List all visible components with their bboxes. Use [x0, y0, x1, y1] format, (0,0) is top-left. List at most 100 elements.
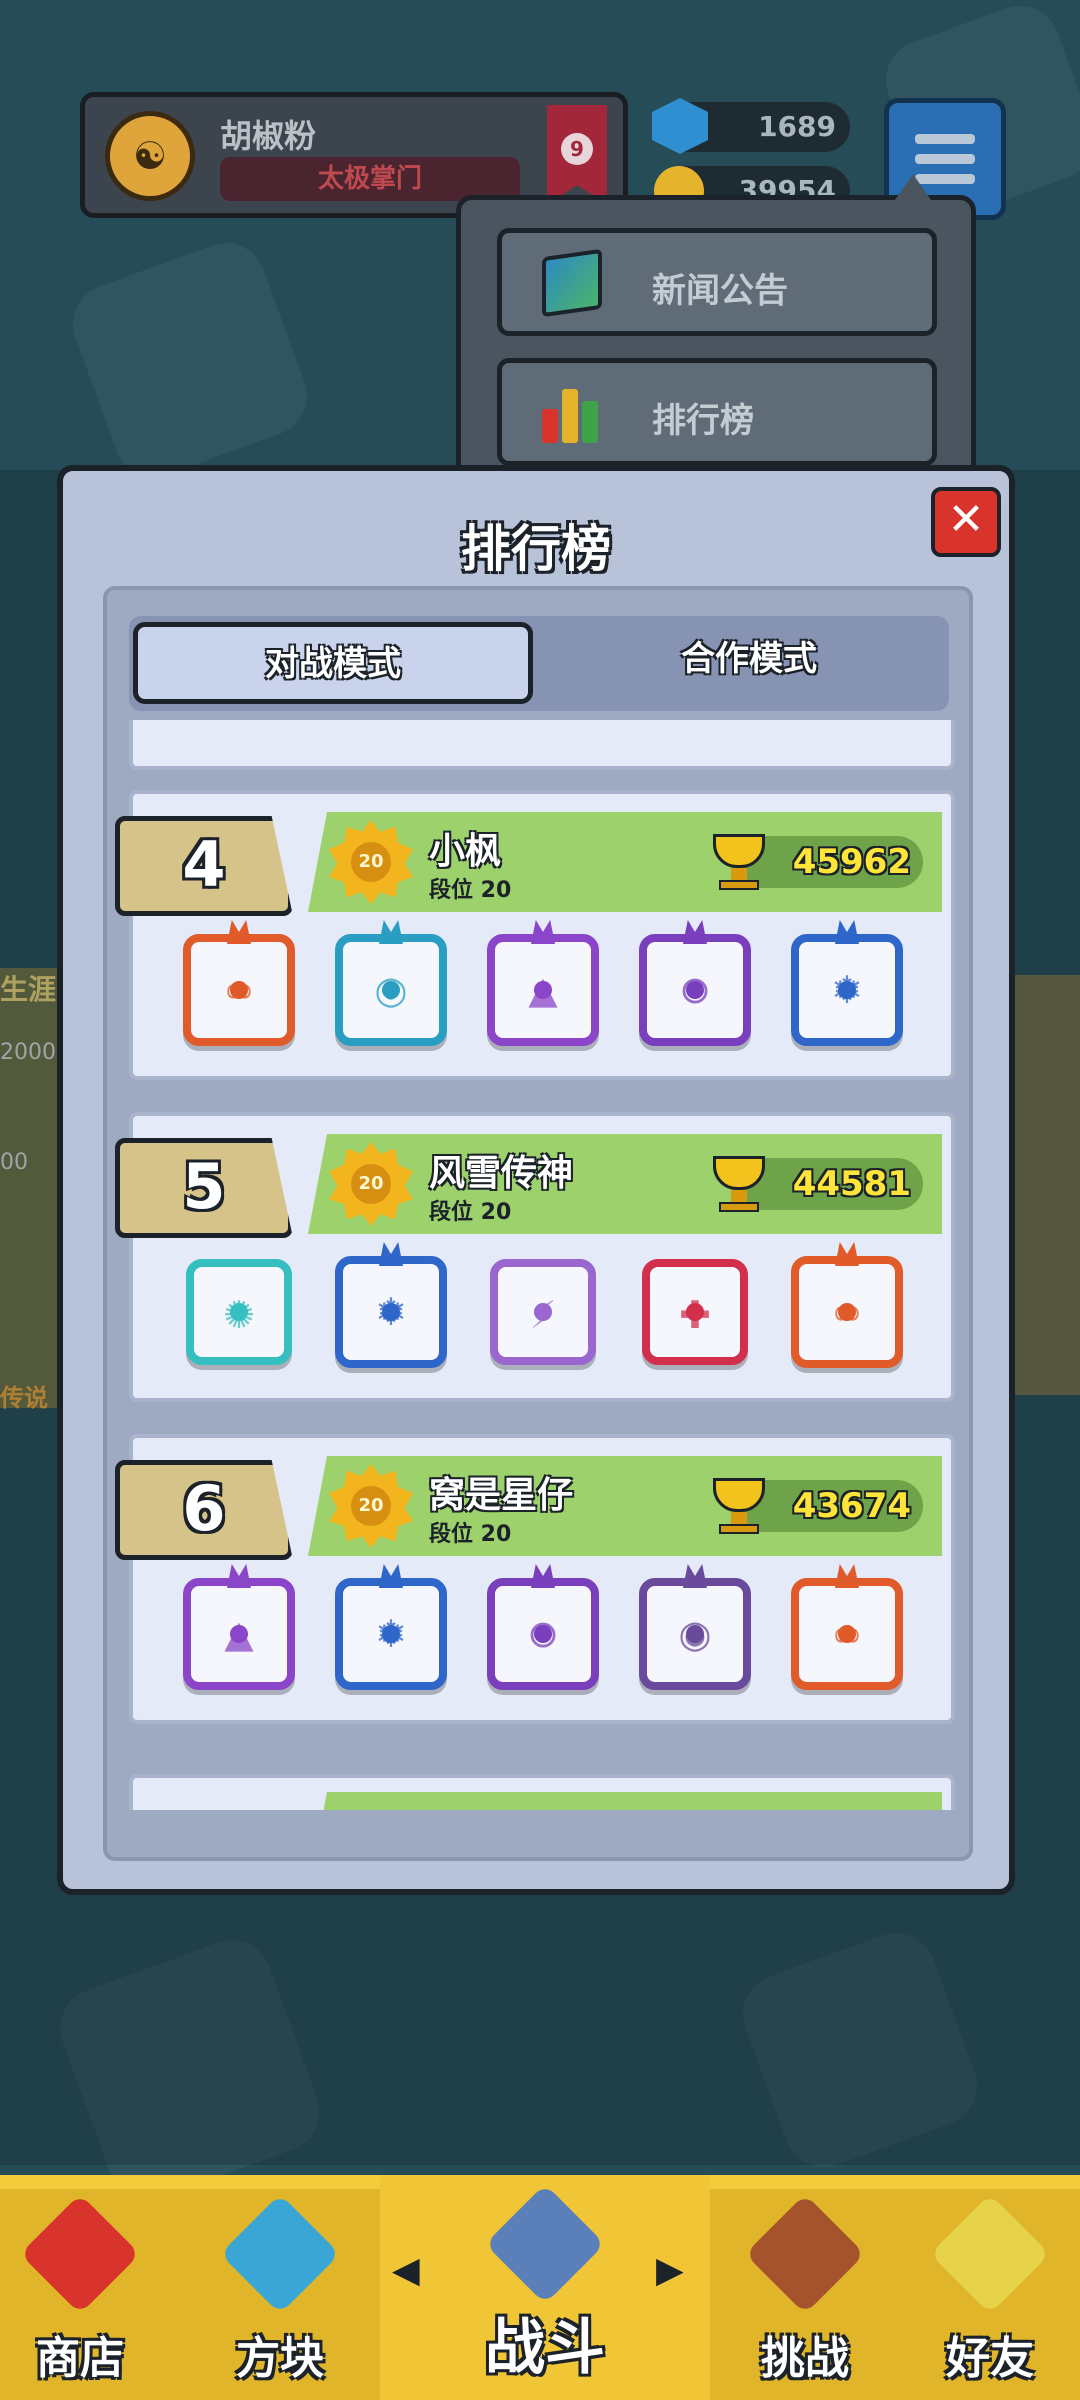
battle-shield-icon [484, 2183, 606, 2305]
leaderboard-entry[interactable] [129, 720, 955, 770]
dice-card[interactable]: ✚ [642, 1259, 748, 1365]
tab-battle-mode[interactable]: 对战模式 [133, 622, 533, 704]
player-name: 小枫 [429, 831, 502, 872]
dice-card[interactable]: ∞ [791, 1242, 903, 1368]
dice-pip [534, 1625, 552, 1643]
player-name: 窝是星仔 [429, 1475, 574, 1516]
bottom-nav: 商店 方块 战斗 挑战 好友 [0, 2175, 1080, 2400]
dragon-crest-icon [379, 1242, 403, 1266]
dragon-crest-icon [531, 920, 555, 944]
dice-pip [838, 1303, 856, 1321]
score-value: 45962 [792, 842, 911, 882]
leaderboard-entry[interactable]: 6 20 窝是星仔 段位 20 43674 ▲ ❄ ⊛ ◉ ∞ [115, 1434, 955, 1724]
dice-card[interactable]: ❄ [335, 1564, 447, 1690]
dragon-crest-icon [379, 1564, 403, 1588]
dice-pip [382, 981, 400, 999]
rank-badge: 6 [115, 1460, 293, 1560]
leaderboard-list[interactable]: 4 20 小枫 段位 20 45962 ∞ ◎ ▲ ⊛ ❄ 5 20 风雪传神 段位 2… [107, 720, 969, 1810]
player-name: 风雪传神 [429, 1153, 574, 1194]
medal-number: 20 [351, 1164, 391, 1204]
menu-item-label: 新闻公告 [652, 271, 788, 311]
dice-card[interactable]: ✺ [186, 1259, 292, 1365]
dragon-crest-icon [835, 1242, 859, 1266]
dragon-crest-icon [227, 920, 251, 944]
hamburger-icon [915, 134, 975, 144]
close-button[interactable]: ✕ [931, 487, 1001, 557]
dice-card[interactable]: ▲ [183, 1564, 295, 1690]
dice-pip [838, 1625, 856, 1643]
dice-deck: ▲ ❄ ⊛ ◉ ∞ [183, 1564, 903, 1690]
tab-coop-mode[interactable]: 合作模式 [549, 622, 949, 704]
rank-badge: 5 [115, 1138, 293, 1238]
nav-label: 好友 [946, 2333, 1034, 2384]
nav-shop[interactable]: 商店 [0, 2175, 160, 2400]
dice-pip [230, 1625, 248, 1643]
leaderboard-entry[interactable]: 5 20 风雪传神 段位 20 44581 ✺ ❄ ⚡ ✚ ∞ [115, 1112, 955, 1402]
trophy-score: 45962 [713, 834, 923, 890]
dice-card[interactable]: ◉ [639, 1564, 751, 1690]
dragon-crest-icon [531, 1564, 555, 1588]
gem-amount: 1689 [758, 110, 836, 143]
dragon-crest-icon [683, 1564, 707, 1588]
dice-card[interactable]: ❄ [335, 1242, 447, 1368]
rank-badge: 4 [115, 816, 293, 916]
trophy-icon [707, 830, 771, 894]
dice-pip [838, 981, 856, 999]
shop-icon [19, 2193, 141, 2315]
dragon-crest-icon [379, 920, 403, 944]
dice-card[interactable]: ⊛ [487, 1564, 599, 1690]
nav-label: 方块 [236, 2333, 324, 2384]
score-value: 44581 [792, 1164, 911, 1204]
nav-challenge[interactable]: 挑战 [710, 2175, 900, 2400]
player-tier: 段位 20 [429, 878, 512, 903]
nav-label: 战斗 [485, 2313, 605, 2383]
dice-card[interactable]: ⊛ [639, 920, 751, 1046]
level-number: 9 [561, 133, 593, 165]
dice-card[interactable]: ◎ [335, 920, 447, 1046]
dice-card[interactable]: ∞ [183, 920, 295, 1046]
dice-pip [230, 1303, 248, 1321]
dice-pip [230, 981, 248, 999]
leaderboard-entry[interactable] [129, 1774, 955, 1810]
background-tile [61, 231, 319, 489]
player-name: 胡椒粉 [220, 117, 317, 155]
gem-counter[interactable]: 1689 [652, 98, 850, 154]
score-value: 43674 [792, 1486, 911, 1526]
news-monitor-icon [542, 248, 602, 318]
menu-item-news[interactable]: 新闻公告 [497, 228, 937, 336]
dice-card[interactable]: ▲ [487, 920, 599, 1046]
dice-box-icon [219, 2193, 341, 2315]
medal-number: 20 [351, 842, 391, 882]
trophy-score: 44581 [713, 1156, 923, 1212]
mode-tabs: 对战模式 合作模式 [129, 616, 949, 711]
menu-item-leaderboard[interactable]: 排行榜 [497, 358, 937, 466]
modal-title: 排行榜 [461, 520, 611, 578]
dice-pip [382, 1625, 400, 1643]
leaderboard-body: 对战模式 合作模式 4 20 小枫 段位 20 45962 ∞ ◎ ▲ ⊛ ❄ [103, 586, 973, 1861]
dice-card[interactable]: ⚡ [490, 1259, 596, 1365]
dice-card[interactable]: ❄ [791, 920, 903, 1046]
leaderboard-entry[interactable]: 4 20 小枫 段位 20 45962 ∞ ◎ ▲ ⊛ ❄ [115, 790, 955, 1080]
entry-bar [308, 1792, 942, 1810]
main-menu-dropdown: 新闻公告 排行榜 [456, 195, 976, 495]
leaderboard-bars-icon [542, 383, 602, 443]
trophy-score: 43674 [713, 1478, 923, 1534]
menu-item-label: 排行榜 [652, 401, 754, 441]
nav-label: 挑战 [761, 2333, 849, 2384]
dragon-crest-icon [227, 1564, 251, 1588]
avatar[interactable]: ☯ [105, 111, 195, 201]
dice-card[interactable]: ∞ [791, 1564, 903, 1690]
nav-dice[interactable]: 方块 [180, 2175, 380, 2400]
nav-left-arrow-icon[interactable]: ◀ [392, 2250, 420, 2291]
nav-label: 商店 [36, 2333, 124, 2384]
dice-pip [382, 1303, 400, 1321]
player-tier: 段位 20 [429, 1200, 512, 1225]
leaderboard-modal: 排行榜 ✕ 对战模式 合作模式 4 20 小枫 段位 20 45962 ∞ ◎ ▲ ⊛… [57, 465, 1015, 1895]
dice-pip [686, 981, 704, 999]
dice-pip [686, 1303, 704, 1321]
nav-friends[interactable]: 好友 [900, 2175, 1080, 2400]
nav-right-arrow-icon[interactable]: ▶ [656, 2250, 684, 2291]
trophy-icon [707, 1152, 771, 1216]
friends-icon [929, 2193, 1051, 2315]
medal-number: 20 [351, 1486, 391, 1526]
